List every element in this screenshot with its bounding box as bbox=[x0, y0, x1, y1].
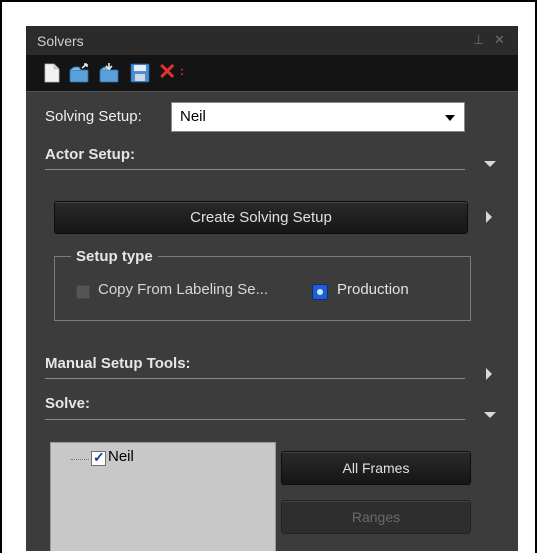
production-label[interactable]: Production bbox=[337, 281, 409, 298]
solvers-panel: Solvers ⊥ ✕ ✕ : Solving Setup: Neil Acto… bbox=[26, 26, 518, 551]
tree-item-checkbox[interactable]: ✓ bbox=[91, 449, 106, 466]
chevron-down-icon[interactable] bbox=[445, 115, 455, 121]
copy-from-labeling-radio[interactable] bbox=[76, 285, 90, 299]
solve-collapse-icon[interactable] bbox=[484, 412, 496, 418]
production-radio[interactable] bbox=[312, 284, 328, 300]
toolbar: ✕ : bbox=[26, 55, 518, 92]
actor-setup-header[interactable]: Actor Setup: bbox=[45, 146, 135, 163]
delete-icon-dots: : bbox=[180, 64, 184, 78]
new-file-icon[interactable] bbox=[40, 61, 64, 85]
tree-item-label[interactable]: Neil bbox=[108, 448, 134, 465]
manual-setup-divider bbox=[45, 378, 465, 379]
all-frames-button[interactable]: All Frames bbox=[281, 451, 471, 485]
save-icon[interactable] bbox=[128, 61, 152, 85]
solving-setup-select[interactable]: Neil bbox=[171, 102, 465, 132]
tree-connector bbox=[71, 459, 89, 461]
delete-icon[interactable]: ✕ bbox=[158, 59, 182, 84]
solving-setup-value: Neil bbox=[180, 108, 206, 125]
import-folder-icon[interactable] bbox=[98, 61, 122, 85]
solve-divider bbox=[45, 419, 465, 420]
panel-titlebar: Solvers ⊥ ✕ bbox=[26, 26, 518, 55]
create-solving-setup-arrow-icon[interactable] bbox=[486, 211, 492, 223]
pin-icon[interactable]: ⊥ bbox=[473, 32, 484, 48]
actor-setup-collapse-icon[interactable] bbox=[484, 161, 496, 167]
solve-header[interactable]: Solve: bbox=[45, 395, 90, 412]
solve-tree[interactable]: ✓ Neil bbox=[50, 442, 276, 551]
actor-setup-divider bbox=[45, 169, 465, 170]
close-icon[interactable]: ✕ bbox=[494, 32, 505, 48]
setup-type-legend: Setup type bbox=[71, 248, 158, 265]
create-solving-setup-button[interactable]: Create Solving Setup bbox=[54, 201, 468, 234]
manual-setup-tools-header[interactable]: Manual Setup Tools: bbox=[45, 355, 191, 372]
open-folder-icon[interactable] bbox=[68, 61, 92, 85]
panel-title: Solvers bbox=[37, 33, 84, 49]
manual-setup-expand-icon[interactable] bbox=[486, 368, 492, 380]
solving-setup-label: Solving Setup: bbox=[45, 108, 142, 125]
copy-from-labeling-label[interactable]: Copy From Labeling Se... bbox=[98, 281, 268, 298]
ranges-button[interactable]: Ranges bbox=[281, 500, 471, 534]
